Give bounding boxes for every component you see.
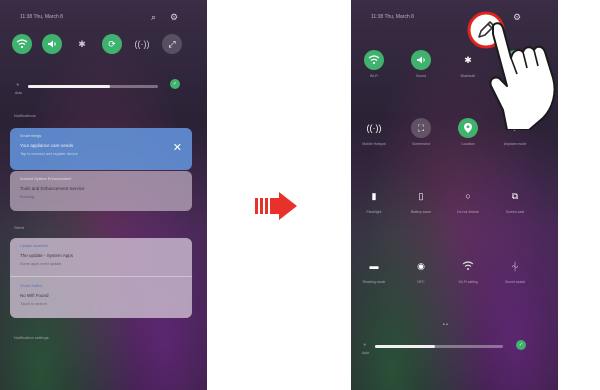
screenshot-icon[interactable]: ⛶ <box>411 118 431 138</box>
wifi-calling-label: Wi-Fi calling <box>458 280 478 284</box>
sound-assist-icon[interactable]: ⏆ <box>505 256 525 276</box>
screencast-label: Screen cast <box>505 210 525 214</box>
pointing-hand-icon <box>489 22 556 130</box>
brightness-slider[interactable] <box>28 85 158 88</box>
airplane-label: Airplane mode <box>503 142 527 146</box>
location-label: Location <box>461 142 475 146</box>
wifi-icon[interactable] <box>364 50 384 70</box>
notification-card-2[interactable]: Android System Enhancement Tools and Enh… <box>10 171 192 211</box>
page-indicator[interactable]: • • <box>443 322 448 328</box>
auto-brightness-toggle[interactable]: ✓ <box>516 340 526 350</box>
mute-notification-icon[interactable]: ✕ <box>173 141 182 154</box>
brightness-slider[interactable] <box>375 345 503 348</box>
silent-header: Silent <box>14 225 25 230</box>
status-time: 11:38 Thu, March 8 <box>20 14 63 20</box>
notification-title: Tools and Enhancement Service <box>20 186 85 191</box>
bluetooth-icon[interactable]: ✱ <box>458 50 478 70</box>
reading-label: Reading mode <box>362 280 386 284</box>
notification-title[interactable]: The update - System Apps <box>20 253 73 258</box>
notification-sub: Running <box>20 195 35 199</box>
brightness-icon: ☀ <box>363 342 367 347</box>
battery-label: Battery saver <box>410 210 432 214</box>
brightness-fill <box>375 345 435 348</box>
screenshot-label: Screenshot <box>412 142 430 146</box>
reading-icon[interactable]: ▬ <box>364 256 384 276</box>
sound-label: Sound <box>415 74 427 78</box>
wifi-calling-icon[interactable] <box>458 256 478 276</box>
location-icon[interactable] <box>458 118 478 138</box>
search-icon[interactable]: ⌕ <box>151 12 156 23</box>
notification-title[interactable]: No Wifi Found <box>20 293 49 298</box>
brightness-auto-label: Auto <box>362 351 370 355</box>
notification-app: Update available <box>20 244 49 248</box>
dnd-icon[interactable]: ○ <box>458 186 478 206</box>
quick-panel-screen: 11:38 Thu, March 8 ⚙ Wi-Fi Sound ✱ Bluet… <box>351 0 558 390</box>
wifi-icon[interactable] <box>12 34 32 54</box>
nfc-label: NFC <box>417 280 425 284</box>
notifications-header: Notifications <box>14 113 36 118</box>
notification-card-1[interactable]: Smart things Your appliance care needs T… <box>10 128 192 170</box>
divider <box>10 276 192 277</box>
flashlight-icon[interactable]: ▮ <box>364 186 384 206</box>
hotspot-icon[interactable]: ((·)) <box>364 118 384 138</box>
sound-icon[interactable] <box>411 50 431 70</box>
quick-settings-row: ✱ ⟳ ((·)) ⤢ <box>12 34 182 54</box>
notification-app: Smart things <box>20 134 42 138</box>
battery-icon[interactable]: ▯ <box>411 186 431 206</box>
notification-sub: Tap to connect and register device <box>20 152 78 156</box>
sound-icon[interactable] <box>42 34 62 54</box>
status-time: 11:38 Thu, March 8 <box>371 14 414 20</box>
brightness-auto-label: Auto <box>15 91 23 95</box>
notification-settings-link[interactable]: Notification settings <box>14 335 49 340</box>
notification-panel-screen: 11:38 Thu, March 8 ⌕ ⚙ ✱ ⟳ ((·)) ⤢ ☀ Aut… <box>0 0 207 390</box>
silent-notification-group: Update available The update - System App… <box>10 238 192 318</box>
wifi-label: Wi-Fi <box>369 74 379 78</box>
bluetooth-icon[interactable]: ✱ <box>72 34 92 54</box>
notification-app: Android System Enhancement <box>20 177 72 181</box>
nfc-icon[interactable]: ◉ <box>411 256 431 276</box>
notification-sub: Some apps need update <box>20 262 62 266</box>
notification-title: Your appliance care needs <box>20 143 74 148</box>
next-step-arrow-icon <box>255 192 297 220</box>
brightness-fill <box>28 85 110 88</box>
hotspot-label: Mobile Hotspot <box>362 142 386 146</box>
brightness-icon: ☀ <box>16 82 20 87</box>
auto-brightness-toggle[interactable]: ✓ <box>170 79 180 89</box>
notification-app: Smart Switch <box>20 284 43 288</box>
notification-sub: Touch to search <box>20 302 47 306</box>
flashlight-label: Flashlight <box>366 210 382 214</box>
expand-icon[interactable]: ⤢ <box>162 34 182 54</box>
hotspot-icon[interactable]: ((·)) <box>132 34 152 54</box>
dnd-label: Do not disturb <box>457 210 479 214</box>
sound-assist-label: Sound assist <box>504 280 526 284</box>
screencast-icon[interactable]: ⧉ <box>505 186 525 206</box>
rotate-icon[interactable]: ⟳ <box>102 34 122 54</box>
settings-gear-icon[interactable]: ⚙ <box>170 12 178 23</box>
